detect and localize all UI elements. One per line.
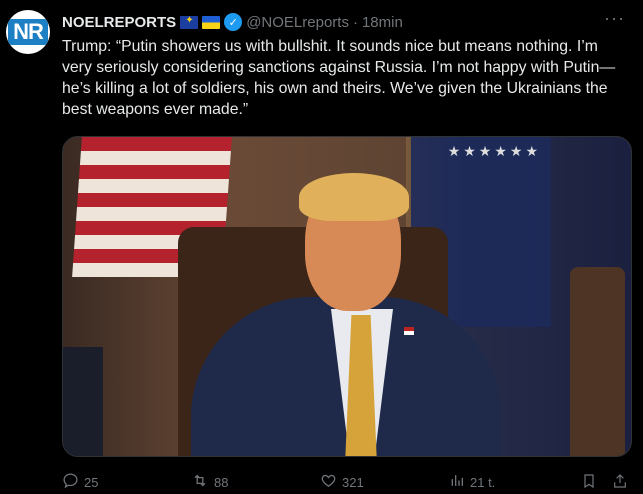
like-button[interactable]: 321: [320, 472, 364, 493]
flag-stars: ★★★★★★: [447, 143, 541, 159]
repost-button[interactable]: 88: [191, 472, 228, 493]
separator-dot: ·: [352, 13, 358, 31]
tweet-actions: 25 88 321 21 t.: [62, 472, 632, 492]
bookmark-icon: [581, 472, 597, 494]
reply-button[interactable]: 25: [62, 472, 98, 493]
flag-pin: [404, 327, 414, 335]
eu-flag-icon: [180, 15, 199, 29]
author-name[interactable]: NOELREPORTS: [62, 14, 176, 31]
tweet-text: Trump: “Putin showers us with bullshit. …: [62, 38, 616, 118]
timestamp[interactable]: 18min: [362, 14, 403, 31]
verified-badge-icon[interactable]: ✓: [224, 13, 243, 31]
author-handle[interactable]: @NOELreports: [246, 14, 349, 31]
bookmark-button[interactable]: [581, 472, 597, 494]
reply-icon: [62, 472, 79, 493]
views-icon: [449, 472, 465, 493]
ukraine-flag-icon: [202, 15, 221, 29]
share-button[interactable]: [612, 472, 628, 494]
person-hair: [299, 173, 409, 221]
tweet[interactable]: NR NOELREPORTS ✓ @NOELreports · 18min ··…: [0, 0, 643, 494]
tweet-header: NOELREPORTS ✓ @NOELreports · 18min: [62, 12, 403, 32]
more-options-icon[interactable]: ···: [604, 8, 625, 29]
chair-right: [570, 267, 625, 456]
tweet-media-image[interactable]: ★★★★★★: [62, 136, 632, 457]
repost-count: 88: [214, 475, 229, 490]
share-icon: [612, 472, 628, 494]
like-count: 321: [342, 475, 364, 490]
reply-count: 25: [84, 475, 99, 490]
views-button[interactable]: 21 t.: [449, 472, 495, 493]
avatar[interactable]: NR: [6, 10, 50, 54]
avatar-logo: NR: [8, 19, 48, 45]
views-count: 21 t.: [470, 475, 496, 490]
person-left-edge: [63, 347, 103, 456]
repost-icon: [191, 472, 209, 493]
heart-icon: [320, 472, 337, 493]
